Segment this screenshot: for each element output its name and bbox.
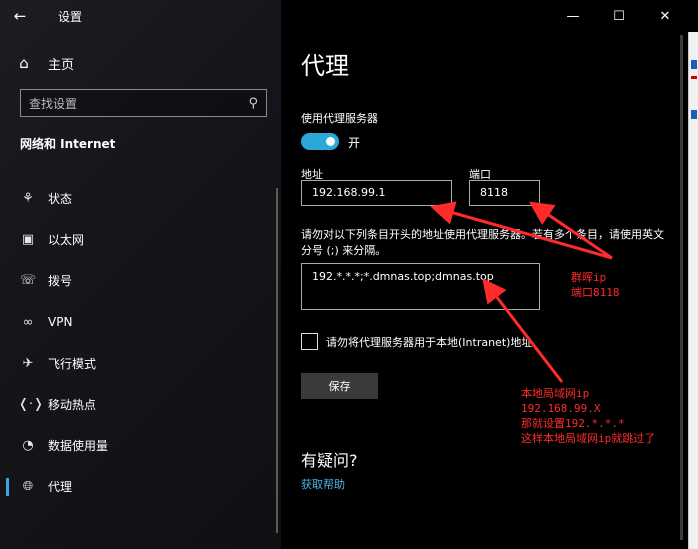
sidebar-item-label: 飞行模式 [48,356,97,371]
globe-icon: 🌐︎ [22,479,34,495]
sidebar-item-ethernet[interactable]: ▣ 以太网 [0,219,281,260]
annotation-lan-note: 本地局域网ip 192.168.99.X 那就设置192.*.*.* 这样本地局… [521,387,656,445]
sidebar-item-label: 以太网 [48,233,85,248]
search-placeholder: 查找设置 [29,96,78,111]
airplane-icon: ✈ [22,355,34,371]
ethernet-icon: ▣ [21,232,35,248]
minimize-icon[interactable]: — [550,0,596,32]
background-window-mark [691,110,697,119]
sidebar-item-label: 代理 [48,480,73,495]
sidebar-item-label: 移动热点 [48,398,97,413]
window-controls: — ☐ ✕ [550,0,688,32]
sidebar-item-dialup[interactable]: ☏ 拨号 [0,260,281,301]
section-title: 网络和 Internet [20,137,116,151]
sidebar-item-label: 状态 [48,192,73,207]
faq-title: 有疑问? [301,451,358,470]
main-scrollbar[interactable] [680,35,683,540]
home-icon: ⌂ [19,54,29,72]
port-field[interactable]: 8118 [469,180,540,206]
page-title: 代理 [301,52,349,80]
hotspot-icon: ❬·❭ [18,397,44,413]
data-usage-icon: ◔ [22,438,34,454]
sidebar-item-home[interactable]: ⌂ 主页 [12,48,74,78]
sidebar-item-airplane[interactable]: ✈ 飞行模式 [0,343,281,384]
globe-status-icon: ⚘ [22,191,34,207]
sidebar-item-proxy[interactable]: 🌐︎ 代理 [0,466,281,507]
sidebar-item-hotspot[interactable]: ❬·❭ 移动热点 [0,384,281,425]
title-bar: ← 设置 [0,0,281,32]
sidebar-scrollbar[interactable] [276,188,278,533]
background-window-mark [691,76,697,79]
sidebar-item-label: VPN [48,315,73,330]
sidebar: ← 设置 ⌂ 主页 查找设置 ⚲ 网络和 Internet ⚘ 状态 ▣ 以太网… [0,0,281,549]
search-icon[interactable]: ⚲ [248,96,258,111]
bypass-local-checkbox[interactable] [301,333,318,350]
vpn-icon: ∞ [22,314,34,330]
app-title: 设置 [58,9,83,24]
background-window-mark [691,60,697,69]
save-button[interactable]: 保存 [301,373,378,399]
sidebar-item-label: 数据使用量 [48,439,109,454]
exceptions-description: 请勿对以下列条目开头的地址使用代理服务器。若有多个条目，请使用英文分号 (;) … [301,228,664,257]
main-panel: — ☐ ✕ 代理 使用代理服务器 开 地址 192.168.99.1 端口 81… [281,0,688,549]
annotation-nas-note: 群晖ip 端口8118 [571,271,620,299]
close-icon[interactable]: ✕ [642,0,688,32]
use-proxy-label: 使用代理服务器 [301,112,378,125]
back-arrow-icon[interactable]: ← [0,0,40,32]
sidebar-item-label: 主页 [48,57,75,73]
address-field[interactable]: 192.168.99.1 [301,180,452,206]
sidebar-nav: ⚘ 状态 ▣ 以太网 ☏ 拨号 ∞ VPN ✈ 飞行模式 ❬·❭ 移动热点 ◔ … [0,178,281,508]
dialup-icon: ☏ [19,273,37,289]
sidebar-item-label: 拨号 [48,274,73,289]
maximize-icon[interactable]: ☐ [596,0,642,32]
use-proxy-toggle[interactable] [301,133,339,150]
search-input[interactable]: 查找设置 ⚲ [20,89,267,117]
sidebar-item-vpn[interactable]: ∞ VPN [0,302,281,343]
sidebar-item-status[interactable]: ⚘ 状态 [0,178,281,219]
exceptions-field[interactable]: 192.*.*.*;*.dmnas.top;dmnas.top [301,263,540,310]
toggle-state-label: 开 [348,136,361,150]
bypass-local-label: 请勿将代理服务器用于本地(Intranet)地址 [326,335,533,349]
bypass-local-row[interactable]: 请勿将代理服务器用于本地(Intranet)地址 [301,333,532,350]
sidebar-item-data-usage[interactable]: ◔ 数据使用量 [0,425,281,466]
background-window-edge [688,32,698,549]
help-link[interactable]: 获取帮助 [301,476,345,492]
